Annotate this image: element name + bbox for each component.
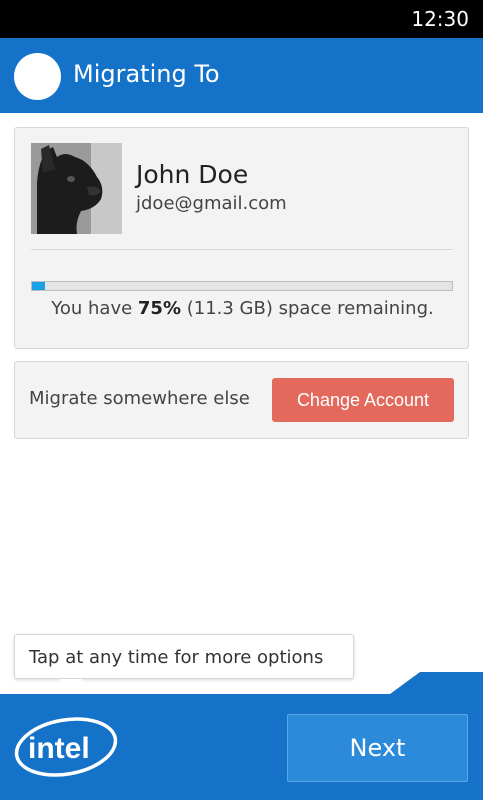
- app-bar: Migrating To: [0, 38, 483, 113]
- avatar: [31, 143, 122, 234]
- footer: intel Next: [0, 672, 483, 800]
- change-account-button[interactable]: Change Account: [272, 378, 454, 422]
- divider: [31, 249, 453, 250]
- space-remaining-text: You have 75% (11.3 GB) space remaining.: [15, 298, 470, 319]
- status-bar: 12:30: [0, 0, 483, 38]
- user-name: John Doe: [136, 160, 249, 189]
- storage-progress-fill: [32, 282, 45, 290]
- bulldog-avatar-image: [31, 143, 122, 234]
- account-card: John Doe jdoe@gmail.com You have 75% (11…: [14, 127, 469, 349]
- space-prefix: You have: [51, 298, 138, 319]
- next-button[interactable]: Next: [287, 714, 468, 782]
- space-suffix: (11.3 GB) space remaining.: [181, 298, 434, 319]
- intel-logo-text: intel: [28, 732, 90, 765]
- intel-logo: intel: [14, 717, 118, 777]
- migrate-card: Migrate somewhere else Change Account: [14, 361, 469, 439]
- user-email: jdoe@gmail.com: [136, 193, 287, 214]
- app-circle-icon: [14, 53, 61, 100]
- storage-progress-bar: [31, 281, 453, 291]
- migrate-label: Migrate somewhere else: [29, 388, 250, 409]
- page-title: Migrating To: [73, 60, 220, 88]
- status-time: 12:30: [411, 7, 469, 31]
- space-percent: 75%: [137, 298, 181, 319]
- tooltip-text: Tap at any time for more options: [29, 647, 324, 668]
